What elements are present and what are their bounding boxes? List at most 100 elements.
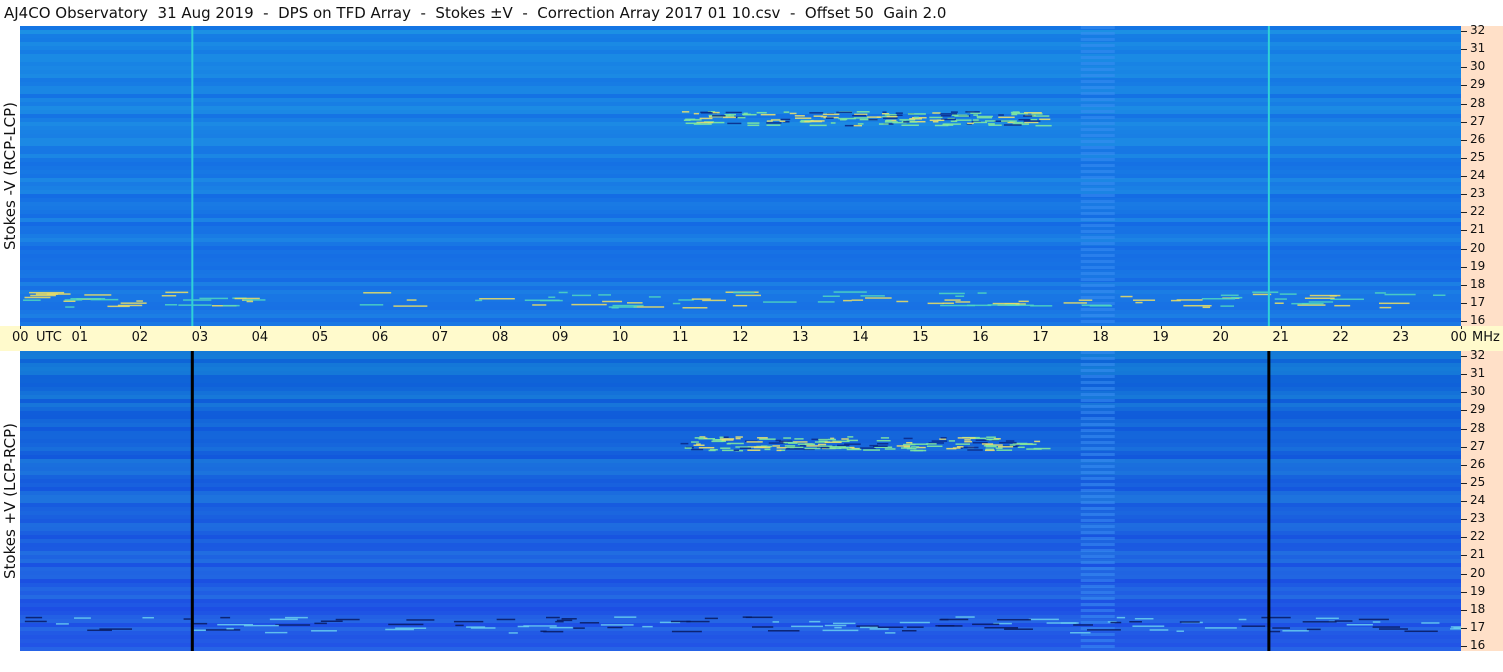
spectrogram-streak [772,445,781,447]
frequency-tick-label: 17 [1470,295,1486,309]
spectrogram-streak [791,625,824,628]
spectrogram-stripe [1080,495,1115,498]
spectrogram-streak [1306,628,1321,631]
spectrogram-streak [772,621,780,623]
vertical-marker-line [191,26,194,326]
frequency-tick-mark [1461,285,1467,286]
spectrogram-band [20,102,1461,106]
spectrogram-streak [841,438,849,440]
spectrogram-streak [691,448,704,451]
frequency-tick-label: 20 [1470,241,1486,255]
spectrogram-streak [880,437,890,439]
spectrogram-streak [780,118,791,121]
spectrogram-streak [234,297,260,300]
spectrogram-streak [833,291,867,293]
spectrogram-stripe [1080,465,1115,468]
utc-tick-label: 19 [1152,330,1169,345]
spectrogram-band [20,234,1461,238]
spectrogram-stripe [1080,447,1115,450]
spectrogram-band [20,226,1461,230]
spectrogram-band [20,270,1461,274]
spectrogram-band [20,491,1461,495]
spectrogram-streak [907,113,926,115]
frequency-tick-mark [1461,356,1467,357]
spectrogram-streak [193,629,206,632]
spectrogram-streak [453,620,484,623]
spectrogram-stripe [1080,525,1115,528]
vertical-marker-line [1267,351,1271,651]
spectrogram-stripe [1080,501,1115,504]
spectrogram-streak [1334,620,1353,622]
spectrogram-streak [1024,121,1039,124]
spectrogram-streak [860,447,876,449]
utc-time-axis: 00 01 02 03 04 05 06 07 08 09 10 11 12 13 14 15 16 17 18 19… [0,326,1503,351]
spectrogram-streak [956,446,964,448]
spectrogram-streak [269,618,298,621]
spectrogram-streak [1274,298,1287,300]
spectrogram-streak [1282,630,1309,632]
spectrogram-streak [799,445,807,447]
utc-tick-label: 13 [792,330,809,345]
utc-tick-mark [800,326,802,329]
frequency-tick-mark [1461,465,1467,466]
spectrogram-streak [776,447,788,449]
spectrogram-streak [884,114,897,116]
spectrogram-streak [948,440,956,442]
spectrogram-band [20,222,1461,226]
spectrogram-band [20,547,1461,551]
spectrogram-streak [906,626,924,628]
spectrogram-stripe [1080,393,1115,396]
spectrogram-streak [455,624,464,627]
spectrogram-stripe [1080,591,1115,594]
spectrogram-streak [735,437,741,440]
spectrogram-streak [906,441,913,444]
spectrogram-stripe [1080,405,1115,408]
spectrogram-streak [1004,628,1033,630]
spectrogram-streak [747,122,760,124]
utc-tick-mark [740,326,742,329]
spectrogram-streak [806,445,820,447]
spectrogram-stripe [1080,170,1115,173]
spectrogram-streak [670,620,691,623]
frequency-tick-mark [1461,537,1467,538]
frequency-tick-mark [1461,610,1467,611]
spectrogram-band [20,154,1461,158]
spectrogram-band [20,190,1461,194]
spectrogram-streak [1063,302,1087,304]
utc-tick-label: 08 [491,330,509,345]
spectrogram-streak [136,300,143,302]
utc-tick-mark [1340,326,1342,329]
spectrogram-stripe [1080,537,1115,540]
spectrogram-streak [183,299,212,301]
frequency-tick-label: 30 [1470,59,1486,73]
spectrogram-streak [797,443,815,445]
spectrogram-band [20,375,1461,379]
spectrogram-stripe [1080,272,1115,275]
spectrogram-streak [1110,621,1122,624]
spectrogram-streak [768,442,785,444]
spectrogram-streak [973,114,979,116]
spectrogram-band [20,310,1461,314]
spectrogram-streak [1010,111,1021,114]
spectrogram-streak [1220,294,1239,297]
spectrogram-stripe [1080,176,1115,179]
spectrogram-streak [24,620,47,623]
spectrogram-streak [972,623,1000,626]
spectrogram-streak [860,626,878,629]
spectrogram-streak [691,441,699,443]
spectrogram-band [20,66,1461,70]
spectrogram-stripe [1080,471,1115,474]
spectrogram-band [20,355,1461,359]
spectrogram-streak [1304,297,1335,300]
frequency-tick-mark [1461,230,1467,231]
spectrogram-streak [142,616,154,619]
spectrogram-stripe [1080,230,1115,233]
spectrogram-streak [406,619,435,621]
spectrogram-streak [970,112,982,114]
spectrogram-stripe [1080,122,1115,125]
spectrogram-streak [555,620,564,623]
spectrogram-streak [757,437,768,439]
spectrogram-streak [1272,627,1291,629]
utc-tick-label: 00 [1450,330,1468,345]
spectrogram-streak [998,116,1015,119]
